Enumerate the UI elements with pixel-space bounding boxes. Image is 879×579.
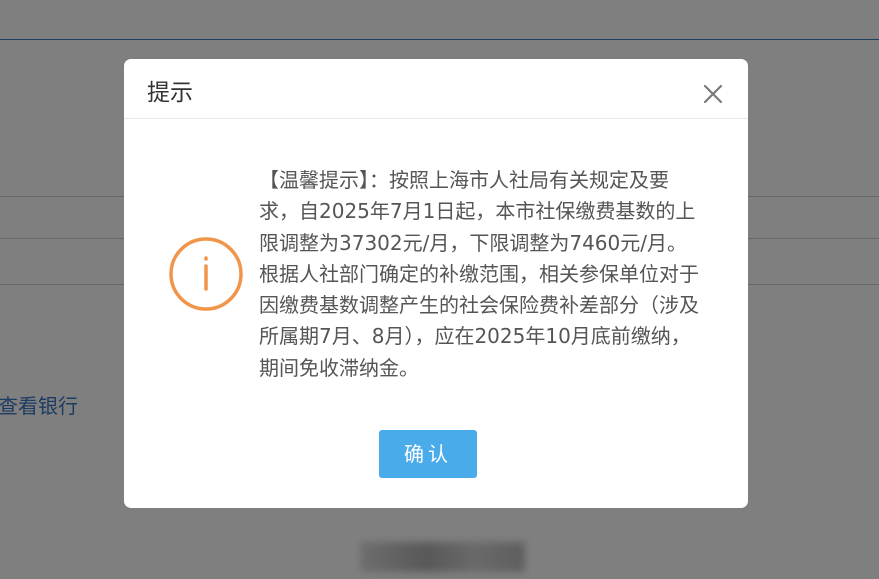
dialog-message: 【温馨提示】：按照上海市人社局有关规定及要求，自2025年7月1日起，本市社保缴… xyxy=(259,168,699,380)
page: 查看银行 提示 【温馨提示】：按照上海市人社局有关规定及要求，自2025年7月1… xyxy=(0,0,879,579)
close-icon xyxy=(703,84,723,104)
info-circle-icon xyxy=(167,235,245,313)
close-button[interactable] xyxy=(700,81,726,107)
notice-dialog: 提示 【温馨提示】：按照上海市人社局有关规定及要求，自2025年7月1日起，本市… xyxy=(124,59,748,508)
dialog-header: 提示 xyxy=(124,59,748,119)
dialog-title: 提示 xyxy=(147,80,193,106)
confirm-button[interactable]: 确认 xyxy=(379,430,477,478)
